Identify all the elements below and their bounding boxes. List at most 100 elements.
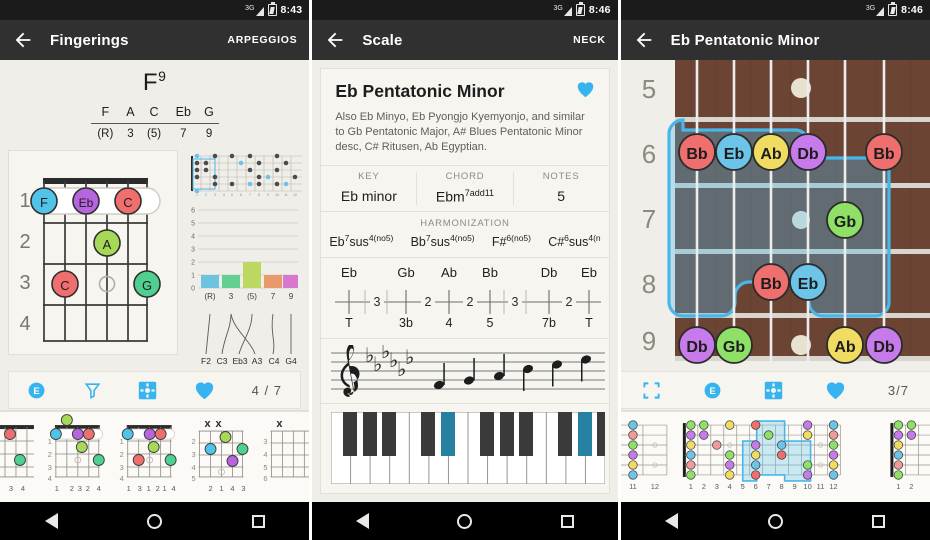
svg-text:Bb: Bb	[686, 146, 708, 163]
piano-keyboard[interactable]	[321, 402, 609, 493]
nav-home-icon[interactable]	[457, 513, 473, 529]
chord-diagram[interactable]: 1 2 3 4 F Eb C A C G	[8, 150, 178, 355]
highlighted-key	[578, 411, 593, 456]
voicing-pitch: C3	[217, 356, 228, 366]
nav-back-icon[interactable]	[44, 513, 58, 529]
gear-icon[interactable]	[138, 381, 157, 400]
filter-icon[interactable]	[83, 381, 102, 400]
interval: 2	[467, 295, 474, 309]
harmonization-row[interactable]: Eb7sus4(no5) Bb7sus4(no5) F#6(no5) C#6su…	[321, 231, 608, 257]
thumbnail-strip[interactable]: 11 12 1 2 3 4 5 6 7 8 9 10 11 12 1 2	[620, 410, 930, 502]
svg-text:11: 11	[629, 481, 637, 490]
svg-text:2: 2	[909, 481, 913, 490]
svg-text:Bb: Bb	[760, 276, 782, 293]
bars	[201, 262, 298, 288]
chord-extension: 9	[158, 68, 167, 84]
chord-root: F	[142, 69, 159, 96]
status-time: 8:46	[901, 4, 923, 16]
fret-number: 7	[641, 204, 655, 234]
svg-text:2: 2	[70, 483, 74, 492]
fretboard-note: Bb	[677, 133, 716, 171]
svg-text:10: 10	[803, 481, 811, 490]
nav-back-icon[interactable]	[356, 513, 370, 529]
svg-text:6: 6	[753, 481, 757, 490]
status-bar: 3G 8:46	[312, 0, 618, 20]
android-nav-bar	[620, 502, 930, 540]
svg-text:4: 4	[223, 193, 225, 197]
svg-text:Db: Db	[873, 339, 895, 356]
nav-back-icon[interactable]	[665, 513, 679, 529]
scale-stats: KEY Eb minor CHORD Ebm7add11 NOTES 5	[321, 165, 609, 211]
voicing-pitch: A3	[252, 356, 263, 366]
harmonization-chord[interactable]: C#6sus4(n	[548, 233, 600, 249]
harmonization-chord[interactable]: Eb7sus4(no5)	[329, 233, 393, 249]
svg-text:F: F	[40, 195, 48, 210]
bar	[283, 275, 298, 288]
svg-text:8: 8	[779, 481, 783, 490]
svg-text:3: 3	[78, 483, 82, 492]
chord-note: F	[101, 105, 110, 119]
svg-text:Ab: Ab	[834, 339, 856, 356]
svg-text:5: 5	[192, 473, 196, 482]
svg-text:8: 8	[258, 193, 260, 197]
svg-text:1: 1	[127, 483, 131, 492]
chord-degree: (5)	[147, 128, 162, 140]
highlighted-key	[441, 411, 456, 456]
svg-text:4: 4	[48, 473, 52, 482]
neck-button[interactable]: NECK	[573, 34, 606, 46]
svg-text:2: 2	[19, 231, 30, 253]
voicing-pitch: C4	[269, 356, 280, 366]
battery-icon	[888, 2, 898, 16]
heart-icon[interactable]	[576, 81, 595, 98]
chord-value-sup: 7add11	[464, 188, 495, 198]
svg-text:1: 1	[120, 437, 124, 446]
harmonization-chord[interactable]: Bb7sus4(no5)	[411, 233, 475, 249]
heart-icon[interactable]	[194, 381, 215, 400]
arrow-left-icon[interactable]	[324, 29, 346, 51]
fretboard-note: Bb	[751, 263, 790, 301]
stat-key: KEY Eb minor	[340, 171, 397, 204]
svg-text:2: 2	[48, 450, 52, 459]
nav-home-icon[interactable]	[147, 513, 163, 529]
gear-icon[interactable]	[764, 381, 783, 400]
page-title: Scale	[362, 31, 403, 49]
arrow-left-icon[interactable]	[633, 29, 655, 51]
degree-label: T	[346, 316, 354, 330]
svg-text:Eb: Eb	[797, 276, 818, 293]
status-bar: 3G 8:46	[620, 0, 930, 20]
bar	[201, 275, 219, 288]
fretboard-note: Gb	[714, 326, 753, 364]
svg-text:1: 1	[896, 481, 900, 490]
svg-text:Gb: Gb	[723, 339, 745, 356]
nav-recents-icon[interactable]	[560, 514, 574, 528]
fingerings-content: F9 F A C Eb G (R) 3 (5) 7 9 1 2 3 4 F Eb…	[0, 60, 310, 502]
svg-text:6: 6	[263, 473, 267, 482]
svg-text:4: 4	[120, 473, 124, 482]
scale-card: Eb Pentatonic Minor Also Eb Minyo, Eb Py…	[320, 68, 610, 494]
chord-note: G	[204, 105, 214, 119]
x-tick: 9	[289, 292, 294, 301]
mini-neck-diagram[interactable]: 123 456 789 10 11 12	[184, 150, 304, 198]
fullscreen-icon[interactable]	[642, 381, 661, 400]
interval: 3	[374, 295, 381, 309]
svg-text:x: x	[204, 418, 211, 430]
degree-label: 5	[487, 316, 494, 330]
nav-recents-icon[interactable]	[251, 514, 265, 528]
nav-recents-icon[interactable]	[872, 514, 886, 528]
heart-icon[interactable]	[825, 381, 846, 400]
note-e-icon[interactable]: E	[703, 381, 722, 400]
y-tick: 3	[191, 247, 195, 254]
degree-label: 7b	[542, 316, 556, 330]
degree-bar-chart: 6 5 4 3 2 1 0 (R) 3 (5) 7 9	[191, 208, 298, 301]
svg-text:♭: ♭	[405, 347, 414, 369]
svg-text:3: 3	[19, 272, 30, 294]
thumbnail-strip[interactable]: 3 4 1 2 3 4 1 2 3 2 4 1 2 3 4 1 3 1 2 1 …	[0, 410, 310, 502]
arpeggios-button[interactable]: ARPEGGIOS	[227, 34, 297, 46]
x-tick: 3	[229, 292, 234, 301]
note-e-icon[interactable]: E	[27, 381, 46, 400]
variation-count: 3/7	[887, 382, 909, 398]
harmonization-chord[interactable]: F#6(no5)	[492, 233, 531, 249]
nav-home-icon[interactable]	[767, 513, 783, 529]
scale-header: Eb Pentatonic Minor	[321, 69, 608, 102]
arrow-left-icon[interactable]	[12, 29, 34, 51]
